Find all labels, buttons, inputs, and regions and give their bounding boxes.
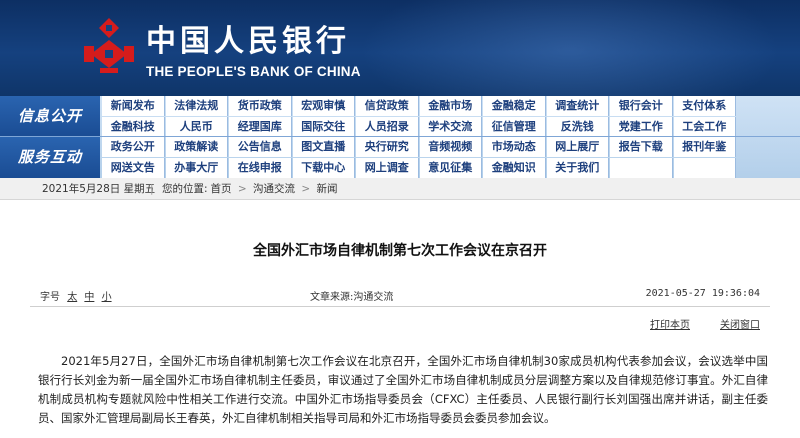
nav-item[interactable]: 支付体系 <box>673 96 736 116</box>
pboc-emblem-icon[interactable] <box>82 16 136 74</box>
nav-item[interactable]: 学术交流 <box>419 117 482 137</box>
nav-item[interactable]: 网送文告 <box>102 158 165 178</box>
nav-group-service: 服务互动 政务公开 政策解读 公告信息 图文直播 央行研究 音频视频 市场动态 … <box>0 137 800 178</box>
article-timestamp: 2021-05-27 19:36:04 <box>645 288 760 299</box>
nav-item[interactable]: 法律法规 <box>165 96 228 116</box>
breadcrumb-separator: > <box>301 183 311 195</box>
nav-item[interactable]: 人员招录 <box>356 117 419 137</box>
breadcrumb-item-communication[interactable]: 沟通交流 <box>253 183 295 195</box>
nav-item[interactable]: 政策解读 <box>165 137 228 157</box>
nav-item-empty <box>673 158 736 178</box>
nav-item[interactable]: 反洗钱 <box>546 117 609 137</box>
nav-item[interactable]: 网上调查 <box>356 158 419 178</box>
nav-item[interactable]: 国际交往 <box>292 117 355 137</box>
nav-row: 金融科技 人民币 经理国库 国际交往 人员招录 学术交流 征信管理 反洗钱 党建… <box>102 117 800 137</box>
bank-name-en: THE PEOPLE'S BANK OF CHINA <box>146 64 361 79</box>
nav-item[interactable]: 工会工作 <box>673 117 736 137</box>
nav-item[interactable]: 金融市场 <box>419 96 482 116</box>
nav-item[interactable]: 金融科技 <box>102 117 165 137</box>
nav-item[interactable]: 政务公开 <box>102 137 165 157</box>
nav-item[interactable]: 调查统计 <box>546 96 609 116</box>
font-size-label: 字号 <box>40 292 60 303</box>
nav-item[interactable]: 银行会计 <box>610 96 673 116</box>
breadcrumb: 您的位置: 首页 > 沟通交流 > 新闻 <box>162 178 341 200</box>
current-date: 2021年5月28日 星期五 <box>42 183 156 195</box>
nav-item[interactable]: 新闻发布 <box>102 96 165 116</box>
font-size-large-link[interactable]: 太 <box>67 292 77 303</box>
nav-item[interactable]: 报告下载 <box>610 137 673 157</box>
nav-item[interactable]: 人民币 <box>165 117 228 137</box>
font-size-small-link[interactable]: 小 <box>102 292 112 303</box>
nav-item[interactable]: 意见征集 <box>419 158 482 178</box>
nav-item[interactable]: 货币政策 <box>229 96 292 116</box>
nav-group-info: 信息公开 新闻发布 法律法规 货币政策 宏观审慎 信贷政策 金融市场 金融稳定 … <box>0 96 800 137</box>
print-page-link[interactable]: 打印本页 <box>650 316 690 331</box>
article-body: 2021年5月27日，全国外汇市场自律机制第七次工作会议在北京召开，全国外汇市场… <box>38 352 768 428</box>
main-navigation: 信息公开 新闻发布 法律法规 货币政策 宏观审慎 信贷政策 金融市场 金融稳定 … <box>0 96 800 178</box>
article-paragraph: 2021年5月27日，全国外汇市场自律机制第七次工作会议在北京召开，全国外汇市场… <box>38 354 768 425</box>
nav-group-label-service[interactable]: 服务互动 <box>0 137 100 178</box>
nav-item[interactable]: 音频视频 <box>419 137 482 157</box>
breadcrumb-item-news[interactable]: 新闻 <box>317 183 338 195</box>
nav-item[interactable]: 征信管理 <box>483 117 546 137</box>
nav-item[interactable]: 央行研究 <box>356 137 419 157</box>
nav-row: 政务公开 政策解读 公告信息 图文直播 央行研究 音频视频 市场动态 网上展厅 … <box>102 137 800 157</box>
nav-item[interactable]: 宏观审慎 <box>292 96 355 116</box>
nav-item[interactable]: 下载中心 <box>292 158 355 178</box>
article-actions: 打印本页 关闭窗口 <box>40 316 760 332</box>
nav-row: 网送文告 办事大厅 在线申报 下载中心 网上调查 意见征集 金融知识 关于我们 <box>102 158 800 178</box>
nav-item[interactable]: 公告信息 <box>229 137 292 157</box>
nav-item[interactable]: 网上展厅 <box>546 137 609 157</box>
meta-divider <box>30 306 770 307</box>
breadcrumb-bar: 2021年5月28日 星期五 | 您的位置: 首页 > 沟通交流 > 新闻 <box>0 178 800 200</box>
nav-item[interactable]: 信贷政策 <box>356 96 419 116</box>
nav-item-empty <box>610 158 673 178</box>
nav-item[interactable]: 图文直播 <box>292 137 355 157</box>
nav-group-label-info[interactable]: 信息公开 <box>0 96 100 137</box>
article-source: 文章来源:沟通交流 <box>310 292 394 303</box>
article-title: 全国外汇市场自律机制第七次工作会议在京召开 <box>253 243 547 259</box>
nav-item[interactable]: 金融稳定 <box>483 96 546 116</box>
close-window-link[interactable]: 关闭窗口 <box>720 316 760 331</box>
nav-item[interactable]: 党建工作 <box>610 117 673 137</box>
article-meta: 字号 太 中 小 文章来源:沟通交流 2021-05-27 19:36:04 <box>40 288 760 306</box>
nav-item[interactable]: 金融知识 <box>483 158 546 178</box>
breadcrumb-item-home[interactable]: 首页 <box>211 183 232 195</box>
nav-row: 新闻发布 法律法规 货币政策 宏观审慎 信贷政策 金融市场 金融稳定 调查统计 … <box>102 96 800 116</box>
breadcrumb-separator: > <box>237 183 247 195</box>
nav-item[interactable]: 在线申报 <box>229 158 292 178</box>
nav-item[interactable]: 办事大厅 <box>165 158 228 178</box>
font-size-medium-link[interactable]: 中 <box>84 292 94 303</box>
breadcrumb-location-label: 您的位置: <box>162 183 208 195</box>
nav-item[interactable]: 报刊年鉴 <box>673 137 736 157</box>
font-size-switcher: 字号 太 中 小 <box>40 288 112 303</box>
breadcrumb-divider: | <box>150 183 154 195</box>
nav-item[interactable]: 市场动态 <box>483 137 546 157</box>
site-header: 中国人民银行 THE PEOPLE'S BANK OF CHINA <box>0 0 800 96</box>
header-glow <box>360 0 780 96</box>
nav-item[interactable]: 经理国库 <box>229 117 292 137</box>
nav-item[interactable]: 关于我们 <box>546 158 609 178</box>
bank-name-cn[interactable]: 中国人民银行 <box>146 26 350 58</box>
